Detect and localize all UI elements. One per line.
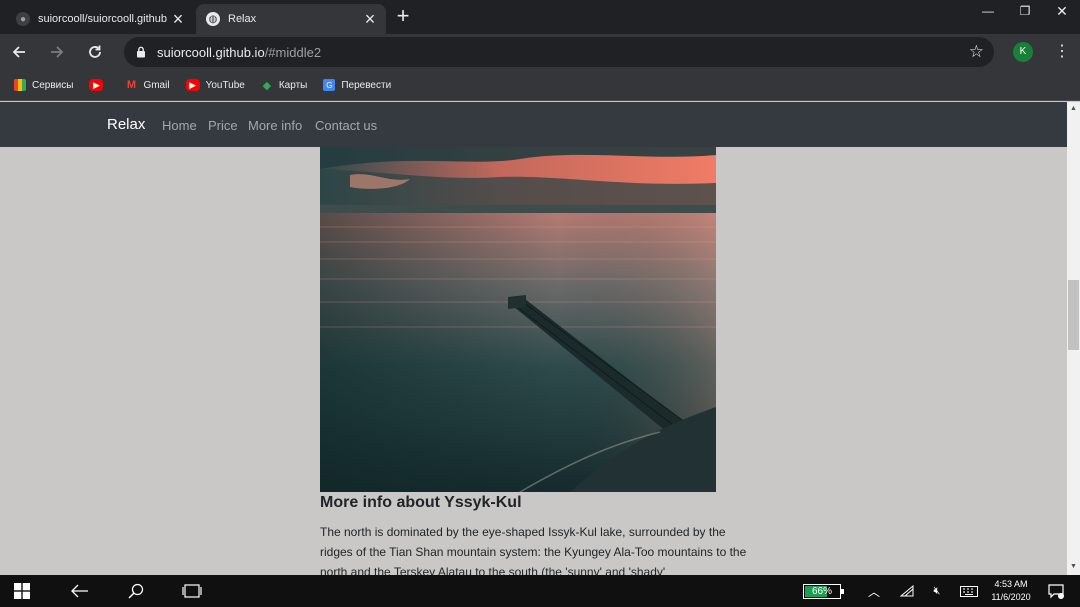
back-arrow-icon	[71, 584, 88, 598]
tab-relax[interactable]: ◍ Relax ×	[196, 4, 386, 34]
browser-menu-icon[interactable]: ⋮	[1054, 42, 1070, 62]
translate-icon: G	[323, 79, 336, 91]
task-view-button[interactable]	[172, 575, 212, 607]
close-tab-icon[interactable]: ×	[168, 9, 188, 29]
url-text: suiorcooll.github.io/#middle2	[157, 45, 321, 60]
reload-button[interactable]	[82, 39, 108, 65]
restore-button[interactable]: ❐	[1007, 0, 1043, 24]
bookmark-label: Перевести	[341, 79, 392, 91]
battery-nub	[841, 589, 844, 594]
close-window-button[interactable]: ✕	[1044, 0, 1080, 24]
apps-grid-icon	[14, 79, 26, 91]
url-host: suiorcooll.github.io	[157, 45, 265, 60]
section-heading: More info about Yssyk-Kul	[320, 494, 522, 511]
forward-button[interactable]	[44, 39, 70, 65]
maps-icon: ◆	[262, 79, 272, 92]
bookmark-label: YouTube	[205, 79, 245, 91]
gmail-icon: M	[126, 79, 137, 91]
show-hidden-icons-chevron-icon[interactable]: ︿	[864, 575, 884, 607]
bookmark-maps[interactable]: ◆ Карты	[261, 79, 308, 92]
notifications-icon	[1048, 584, 1064, 599]
forward-arrow-icon	[51, 46, 64, 58]
back-arrow-icon	[12, 46, 25, 58]
search-icon	[128, 583, 144, 599]
url-path: /#middle2	[264, 45, 322, 60]
nav-link-home[interactable]: Home	[162, 118, 197, 133]
lake-pier-photo	[320, 147, 716, 492]
battery-indicator[interactable]: 66%	[803, 584, 844, 599]
profile-avatar[interactable]: K	[1013, 42, 1033, 62]
new-tab-button[interactable]: +	[392, 5, 414, 28]
scroll-down-arrow-icon[interactable]: ▼	[1070, 563, 1077, 570]
globe-icon: ◍	[206, 12, 220, 26]
taskbar-back-button[interactable]	[60, 575, 100, 607]
bookmark-star-icon[interactable]: ☆	[969, 42, 984, 62]
volume-muted-icon[interactable]: 🔇︎	[926, 575, 948, 607]
taskbar-search-button[interactable]	[116, 575, 156, 607]
site-navbar: Relax Home Price More info Contact us	[0, 102, 1067, 147]
youtube-icon: ▶	[185, 79, 200, 91]
task-view-icon	[182, 584, 202, 598]
web-page: Relax Home Price More info Contact us Mo…	[0, 102, 1067, 575]
bookmarks-bar: Сервисы ▶ M Gmail ▶ YouTube ◆ Карты G Пе…	[0, 70, 1080, 101]
nav-link-more-info[interactable]: More info	[248, 118, 302, 133]
bookmark-translate[interactable]: G Перевести	[323, 79, 391, 91]
browser-tab-strip: ● suiorcooll/suiorcooll.github.io × ◍ Re…	[0, 0, 1080, 34]
site-brand[interactable]: Relax	[107, 116, 145, 133]
youtube-icon: ▶	[89, 79, 104, 91]
bookmark-label: Gmail	[143, 79, 170, 91]
bookmark-youtube[interactable]: ▶ YouTube	[185, 79, 245, 91]
bookmark-services[interactable]: Сервисы	[14, 79, 73, 91]
start-button[interactable]	[0, 575, 44, 607]
browser-toolbar: suiorcooll.github.io/#middle2 ☆ K ⋮	[0, 34, 1080, 70]
keyboard-button[interactable]	[956, 575, 982, 607]
github-icon: ●	[16, 12, 30, 26]
address-bar[interactable]: suiorcooll.github.io/#middle2 ☆	[124, 37, 994, 67]
nav-link-price[interactable]: Price	[208, 118, 238, 133]
windows-taskbar: 66% ︿ 🔇︎ 4:53 AM 11/6/2020	[0, 575, 1080, 607]
bookmark-gmail[interactable]: M Gmail	[125, 79, 170, 91]
clock-time: 4:53 AM	[994, 579, 1028, 589]
back-button[interactable]	[6, 39, 32, 65]
tab-github[interactable]: ● suiorcooll/suiorcooll.github.io ×	[6, 4, 194, 34]
keyboard-icon	[960, 585, 978, 597]
minimize-button[interactable]: —	[970, 0, 1006, 24]
network-button[interactable]	[896, 575, 918, 607]
tab-title: Relax	[228, 13, 257, 25]
action-center-button[interactable]	[1044, 575, 1068, 607]
section-paragraph: The north is dominated by the eye-shaped…	[320, 525, 747, 575]
nav-link-contact-us[interactable]: Contact us	[315, 118, 377, 133]
taskbar-clock[interactable]: 4:53 AM 11/6/2020	[985, 578, 1037, 604]
bookmark-label: Сервисы	[32, 79, 74, 91]
close-tab-icon[interactable]: ×	[360, 9, 380, 29]
battery-percent: 66%	[811, 586, 832, 597]
clock-date: 11/6/2020	[991, 592, 1031, 602]
page-scrollbar[interactable]: ▲ ▼	[1067, 102, 1080, 575]
reload-icon	[89, 45, 101, 58]
lock-icon	[137, 46, 145, 58]
bookmark-youtube-icon-only[interactable]: ▶	[89, 79, 109, 91]
wifi-icon	[900, 585, 914, 597]
scrollbar-thumb[interactable]	[1068, 280, 1079, 350]
bookmark-label: Карты	[278, 79, 308, 91]
tab-title: suiorcooll/suiorcooll.github.io	[38, 13, 168, 25]
scroll-up-arrow-icon[interactable]: ▲	[1070, 105, 1077, 112]
windows-logo-icon	[14, 583, 30, 599]
